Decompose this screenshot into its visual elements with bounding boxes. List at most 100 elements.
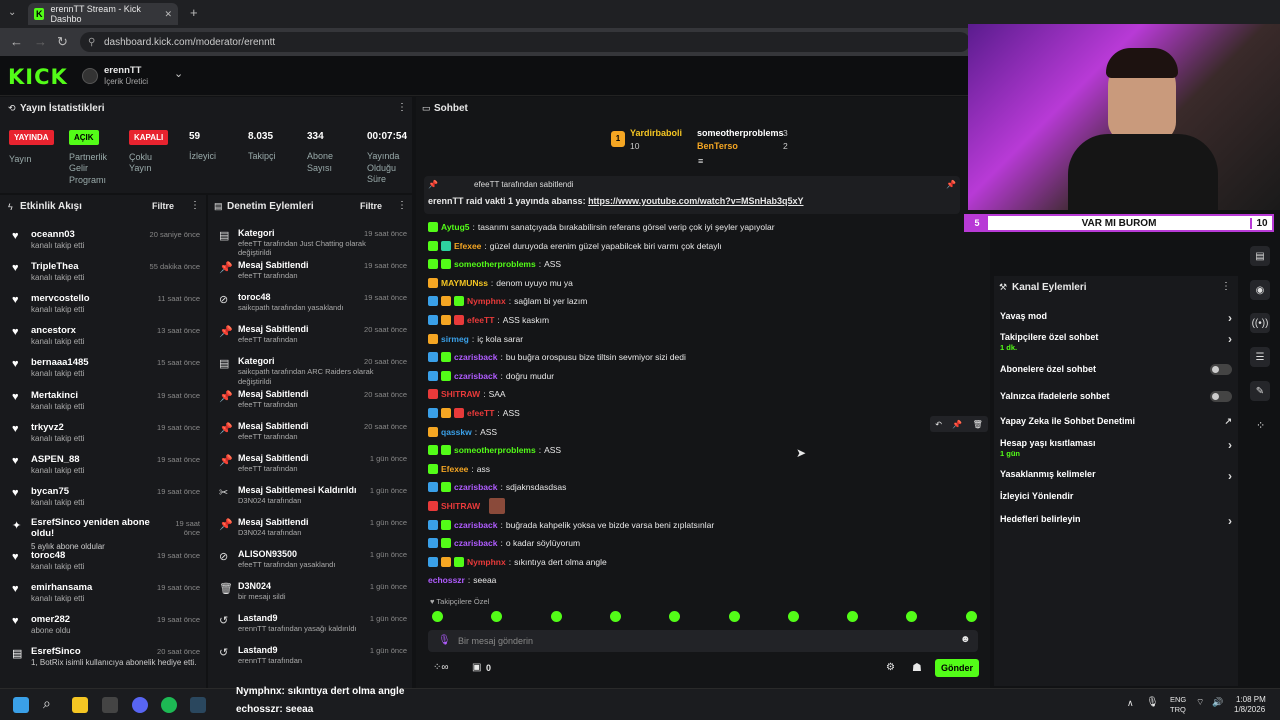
lang-1[interactable]: ENG [1170, 695, 1186, 704]
chevron-right-icon[interactable]: › [1228, 438, 1232, 452]
back-icon[interactable]: ← [10, 34, 23, 49]
clock-date[interactable]: 1/8/2026 [1234, 705, 1265, 714]
side-list-button[interactable]: ☰ [1250, 347, 1270, 367]
chat-message[interactable]: Aytug5: tasarımı sanatçıyada bırakabilirs… [428, 218, 775, 236]
emote-icon[interactable] [965, 611, 977, 622]
chat-message[interactable]: czarisback: o kadar söylüyorum [428, 534, 580, 552]
chat-username[interactable]: czarisback [454, 352, 497, 362]
emote-icon[interactable] [609, 611, 621, 622]
channel-action[interactable]: Hedefleri belirleyin › [1000, 514, 1232, 534]
chat-input[interactable]: 🎙 Bir mesaj gönderin ☻ [428, 630, 978, 652]
moderation-item[interactable]: ▤ Kategori saikcpath tarafından ARC Raider… [215, 354, 407, 386]
chat-message[interactable]: qasskw: ASS [428, 423, 497, 441]
chat-message[interactable]: efeeTT: ASS kaskım [428, 311, 549, 329]
chat-message[interactable]: Nymphnx: sağlam bi yer lazım [428, 292, 587, 310]
moderation-item[interactable]: 📌 Mesaj Sabitlendi efeeTT tarafından 20 saa… [215, 387, 407, 419]
site-info-icon[interactable]: ⚲ [88, 37, 95, 48]
tab-list-icon[interactable]: ⌄ [8, 7, 16, 18]
moderation-item[interactable]: 📌 Mesaj Sabitlendi D3N024 tarafından 1 gün … [215, 515, 407, 547]
chat-username[interactable]: someotherproblems [454, 445, 536, 455]
browser-tab[interactable]: K erennTT Stream - Kick Dashbo ✕ [28, 3, 178, 25]
lang-2[interactable]: TRQ [1170, 705, 1186, 714]
avatar[interactable] [82, 68, 98, 84]
chat-message[interactable]: czarisback: sdjaknsdasdsas [428, 478, 566, 496]
chat-message[interactable]: efeeTT: ASS [428, 404, 520, 422]
more-icon[interactable]: ⋮ [190, 200, 200, 211]
tab-close-icon[interactable]: ✕ [164, 9, 172, 20]
side-broadcast-button[interactable]: ((•)) [1250, 313, 1270, 333]
leaderboard-third-name[interactable]: BenTerso [697, 141, 738, 151]
activity-item[interactable]: ♥ oceann03 kanalı takip etti 20 saniye önce [8, 226, 200, 258]
header-username[interactable]: erennTT [104, 65, 141, 76]
tray-arrow-icon[interactable]: ∧ [1127, 698, 1134, 709]
moderation-item[interactable]: 📌 Mesaj Sabitlendi efeeTT tarafından 1 gün … [215, 451, 407, 483]
chat-username[interactable]: SHITRAW [441, 501, 480, 511]
chevron-right-icon[interactable]: › [1228, 332, 1232, 346]
channel-action[interactable]: Takipçilere özel sohbet 1 dk. › [1000, 332, 1232, 352]
chat-username[interactable]: czarisback [454, 538, 497, 548]
chat-message[interactable]: someotherproblems: ASS [428, 441, 561, 459]
wifi-icon[interactable]: ⌔ [1196, 697, 1204, 708]
pinned-link[interactable]: https://www.youtube.com/watch?v=MSnHab3q… [588, 196, 803, 206]
clock-time[interactable]: 1:08 PM [1236, 695, 1266, 704]
chat-message[interactable]: sirmeg: iç kola sarar [428, 330, 523, 348]
chat-username[interactable]: Efexee [441, 464, 468, 474]
emoji-icon[interactable]: ☻ [960, 634, 971, 645]
chat-message[interactable]: Nymphnx: sıkıntıya dert olma angle [428, 553, 607, 571]
moderation-item[interactable]: ↺ Lastand9 erennTT tarafından 1 gün önce [215, 643, 407, 675]
channel-action[interactable]: Yasaklanmış kelimeler › [1000, 469, 1232, 489]
side-note-button[interactable]: ▤ [1250, 246, 1270, 266]
file-explorer-icon[interactable] [72, 697, 88, 713]
chat-username[interactable]: SHITRAW [441, 389, 480, 399]
chat-username[interactable]: echosszr [428, 575, 465, 585]
chat-username[interactable]: Nymphnx [467, 296, 506, 306]
moderation-item[interactable]: ⊘ ALISON93500 efeeTT tarafından yasaklandı… [215, 547, 407, 579]
chat-username[interactable]: efeeTT [467, 408, 494, 418]
chat-message[interactable]: czarisback: doğru mudur [428, 367, 554, 385]
volume-icon[interactable]: 🔊 [1212, 697, 1223, 708]
toggle-switch[interactable] [1210, 364, 1232, 375]
chat-username[interactable]: qasskw [441, 427, 472, 437]
leaderboard-second-name[interactable]: someotherproblems [697, 128, 784, 138]
activity-item[interactable]: ♥ TripleThea kanalı takip etti 55 dakika ön… [8, 258, 200, 290]
chat-message[interactable]: czarisback: bu buğra orospusu bize tiltsi… [428, 348, 686, 366]
emote-icon[interactable] [432, 611, 443, 622]
chevron-right-icon[interactable]: › [1228, 514, 1232, 528]
kick-logo[interactable]: KICK [8, 65, 68, 89]
chat-username[interactable]: sirmeg [441, 334, 469, 344]
moderation-item[interactable]: ✂ Mesaj Sabitlemesi Kaldırıldı D3N024 tara… [215, 483, 407, 515]
chevron-right-icon[interactable]: › [1228, 311, 1232, 325]
mic-tray-icon[interactable]: 🎙 [1146, 697, 1159, 708]
chat-message[interactable]: MAYMUNss: denom uyuyo mu ya [428, 274, 573, 292]
chat-message[interactable]: SHITRAW: SAA [428, 385, 506, 403]
reply-icon[interactable]: ↶ [935, 420, 942, 429]
more-icon[interactable]: ⋮ [397, 102, 407, 113]
discord-icon[interactable] [132, 697, 148, 713]
windows-start-icon[interactable] [13, 697, 29, 713]
channel-action[interactable]: Hesap yaşı kısıtlaması 1 gün › [1000, 438, 1232, 458]
activity-item[interactable]: ♥ bycan75 kanalı takip etti 19 saat önce [8, 483, 200, 515]
chat-message[interactable]: SHITRAW [428, 497, 506, 515]
more-icon[interactable]: ⋮ [1221, 281, 1231, 292]
toggle-switch[interactable] [1210, 391, 1232, 402]
chat-username[interactable]: Efexee [454, 241, 481, 251]
chat-message[interactable]: echosszr: seeaa [428, 571, 496, 589]
moderation-item[interactable]: 📌 Mesaj Sabitlendi efeeTT tarafından 20 saa… [215, 419, 407, 451]
chat-username[interactable]: efeeTT [467, 315, 494, 325]
more-icon[interactable]: ⋮ [397, 200, 407, 211]
send-button[interactable]: Gönder [935, 659, 979, 677]
activity-item[interactable]: ♥ omer282 abone oldu 19 saat önce [8, 611, 200, 643]
activity-item[interactable]: ♥ toroc48 kanalı takip etti 19 saat önce [8, 547, 200, 579]
moderation-item[interactable]: ⊘ toroc48 saikcpath tarafından yasaklandı 1… [215, 290, 407, 322]
new-tab-button[interactable]: + [190, 5, 198, 20]
channel-action[interactable]: Yavaş mod › [1000, 311, 1232, 331]
activity-item[interactable]: ♥ ancestorx kanalı takip etti 13 saat önce [8, 322, 200, 354]
gear-icon[interactable]: ⚙ [886, 662, 895, 673]
chat-username[interactable]: czarisback [454, 482, 497, 492]
side-tools-button[interactable]: ✎ [1250, 381, 1270, 401]
chevron-right-icon[interactable]: › [1228, 469, 1232, 483]
activity-item[interactable]: ♥ mervcostello kanalı takip etti 11 saat ön… [8, 290, 200, 322]
channel-action[interactable]: Abonelere özel sohbet [1000, 364, 1232, 384]
chat-message[interactable]: Efexee: ass [428, 460, 490, 478]
moderation-item[interactable]: 📌 Mesaj Sabitlendi efeeTT tarafından 19 saa… [215, 258, 407, 290]
